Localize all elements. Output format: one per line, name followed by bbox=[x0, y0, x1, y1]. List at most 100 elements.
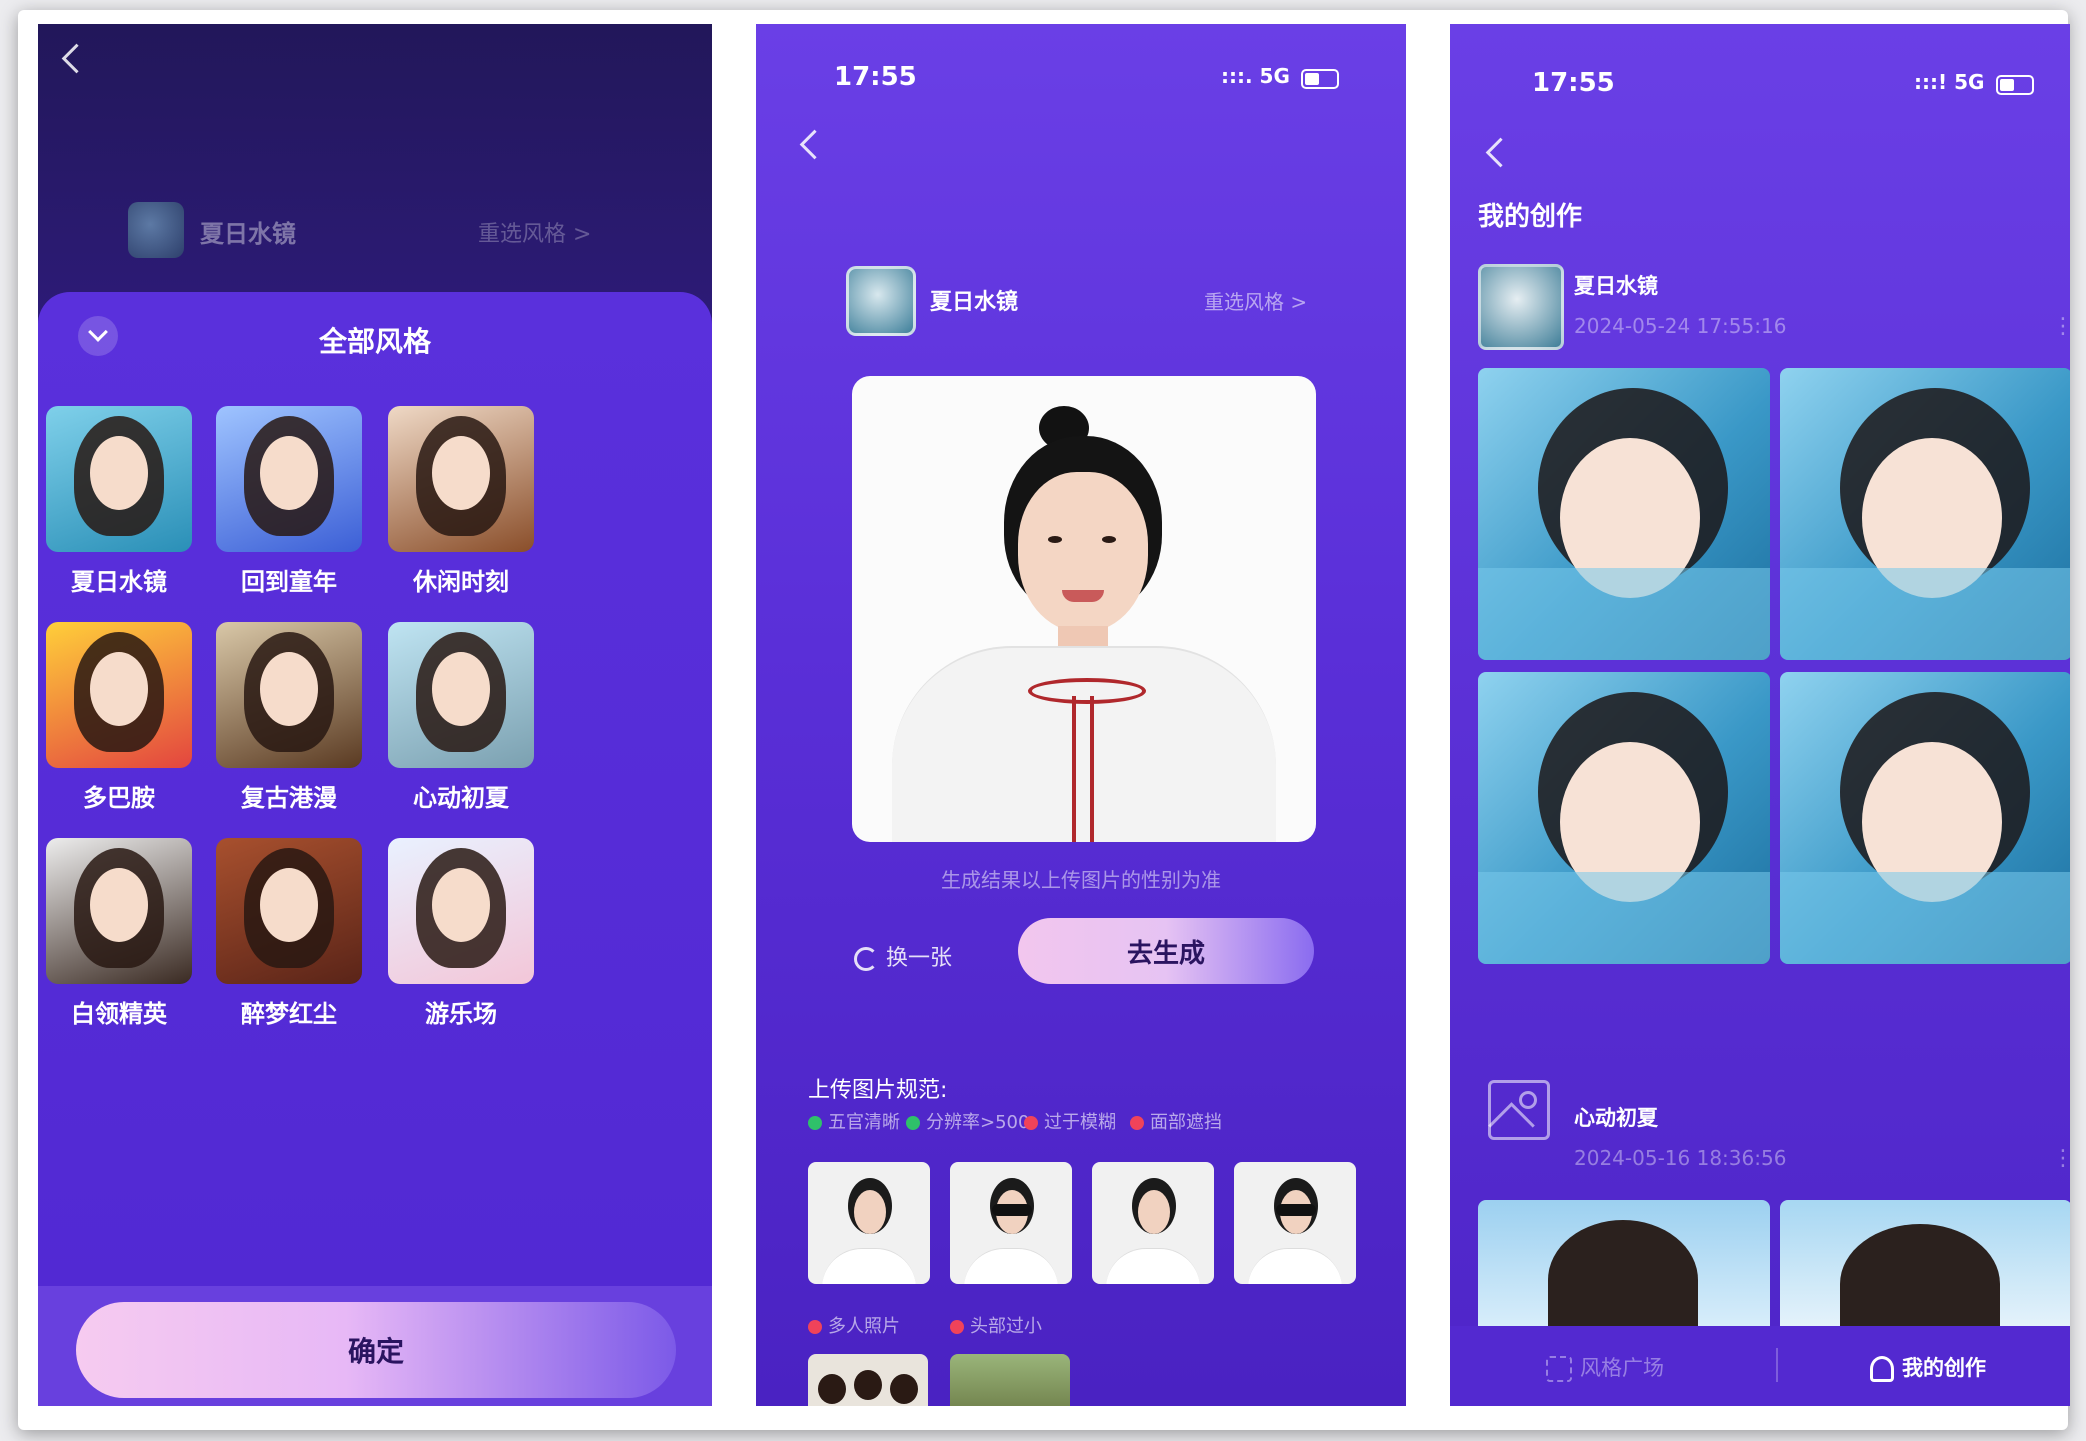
white-shirt bbox=[892, 646, 1276, 842]
smile bbox=[1062, 590, 1104, 602]
shirt bbox=[1106, 1248, 1200, 1284]
style-label: 心动初夏 bbox=[413, 784, 509, 812]
shirt bbox=[964, 1248, 1058, 1284]
face-c bbox=[890, 1374, 918, 1404]
red-bow bbox=[1028, 678, 1146, 704]
water bbox=[1478, 568, 1770, 660]
style-card[interactable] bbox=[46, 838, 192, 984]
style-card[interactable] bbox=[216, 622, 362, 768]
face bbox=[90, 868, 148, 942]
uploaded-photo[interactable] bbox=[852, 376, 1316, 842]
battery-icon bbox=[1300, 68, 1339, 89]
back-icon[interactable] bbox=[61, 43, 92, 74]
multi-person-example bbox=[808, 1354, 928, 1406]
style-card[interactable] bbox=[216, 406, 362, 552]
face bbox=[90, 652, 148, 726]
nav-style-plaza[interactable]: 风格广场 bbox=[1546, 1352, 1664, 1382]
spec-item: 头部过小 bbox=[950, 1312, 1042, 1338]
sunglasses-icon bbox=[992, 1204, 1032, 1216]
status-dot-icon bbox=[1130, 1116, 1144, 1130]
style-picker-screen: 夏日水镜 重选风格 > 全部风格 夏日水镜 回到童年 休闲时刻 多巴胺 复古港漫 心动初夏… bbox=[38, 24, 712, 1406]
face bbox=[90, 436, 148, 510]
status-indicators: :::. 5G bbox=[1221, 64, 1339, 89]
face bbox=[260, 868, 318, 942]
example-thumbnail bbox=[950, 1162, 1072, 1284]
result-image[interactable] bbox=[1780, 368, 2070, 660]
result-image[interactable] bbox=[1478, 672, 1770, 964]
nav-divider bbox=[1776, 1348, 1778, 1382]
status-time: 17:55 bbox=[1532, 68, 1615, 98]
style-label: 醉梦红尘 bbox=[241, 1000, 337, 1028]
nav-label: 风格广场 bbox=[1580, 1356, 1664, 1380]
face bbox=[854, 1190, 886, 1234]
spec-item: 五官清晰 bbox=[808, 1108, 900, 1134]
eye-right bbox=[1102, 536, 1116, 543]
battery-icon bbox=[1995, 74, 2034, 95]
spec-label: 面部遮挡 bbox=[1150, 1112, 1222, 1133]
style-label: 复古港漫 bbox=[241, 784, 337, 812]
item-name: 夏日水镜 bbox=[1574, 274, 1658, 298]
back-icon[interactable] bbox=[1485, 137, 1516, 168]
style-card[interactable] bbox=[388, 406, 534, 552]
status-dot-icon bbox=[808, 1116, 822, 1130]
face bbox=[1018, 472, 1148, 632]
status-dot-icon bbox=[950, 1320, 964, 1334]
style-label: 回到童年 bbox=[241, 568, 337, 596]
style-sheet: 全部风格 夏日水镜 回到童年 休闲时刻 多巴胺 复古港漫 心动初夏 白领精英 醉梦红尘 游乐场 … bbox=[38, 292, 712, 1406]
signal-label: :::. 5G bbox=[1221, 64, 1290, 88]
more-icon[interactable]: ⋮ bbox=[2052, 314, 2070, 339]
hair bbox=[1548, 1220, 1698, 1340]
style-card[interactable] bbox=[46, 622, 192, 768]
spec-title: 上传图片规范: bbox=[808, 1078, 948, 1103]
status-dot-icon bbox=[1024, 1116, 1038, 1130]
swap-photo-button[interactable]: 换一张 bbox=[854, 940, 952, 972]
generate-button[interactable]: 去生成 bbox=[1018, 918, 1314, 984]
nav-label: 我的创作 bbox=[1902, 1356, 1986, 1380]
reselect-style-link[interactable]: 重选风格 > bbox=[1204, 286, 1307, 315]
spec-item: 过于模糊 bbox=[1024, 1108, 1116, 1134]
result-image[interactable] bbox=[1478, 368, 1770, 660]
current-style-thumbnail bbox=[846, 266, 916, 336]
current-style-thumbnail bbox=[128, 202, 184, 258]
style-card[interactable] bbox=[216, 838, 362, 984]
face bbox=[432, 652, 490, 726]
result-image[interactable] bbox=[1780, 1200, 2070, 1344]
style-card[interactable] bbox=[46, 406, 192, 552]
item-date: 2024-05-24 17:55:16 bbox=[1574, 314, 1787, 338]
refresh-icon bbox=[854, 947, 878, 971]
user-icon bbox=[1870, 1356, 1894, 1382]
eye-left bbox=[1048, 536, 1062, 543]
style-card[interactable] bbox=[388, 622, 534, 768]
status-dot-icon bbox=[906, 1116, 920, 1130]
shirt bbox=[822, 1248, 916, 1284]
spec-item: 分辨率>500 bbox=[906, 1108, 1029, 1134]
signal-label: :::! 5G bbox=[1914, 70, 1985, 94]
style-label: 白领精英 bbox=[71, 1000, 167, 1028]
more-icon[interactable]: ⋮ bbox=[2052, 1146, 2070, 1171]
spec-label: 过于模糊 bbox=[1044, 1112, 1116, 1133]
upload-screen: 17:55 :::. 5G 夏日水镜 重选风格 > 生成结果以上传图片的性别为准… bbox=[756, 24, 1406, 1406]
example-thumbnail bbox=[808, 1162, 930, 1284]
sheet-title: 全部风格 bbox=[318, 325, 431, 358]
generate-label: 去生成 bbox=[1126, 938, 1205, 969]
style-card[interactable] bbox=[388, 838, 534, 984]
example-thumbnail bbox=[1092, 1162, 1214, 1284]
confirm-button[interactable]: 确定 bbox=[76, 1302, 676, 1398]
item-date: 2024-05-16 18:36:56 bbox=[1574, 1146, 1787, 1170]
style-label: 夏日水镜 bbox=[71, 568, 167, 596]
face bbox=[1138, 1190, 1170, 1234]
reselect-style-link[interactable]: 重选风格 > bbox=[478, 216, 591, 248]
confirm-label: 确定 bbox=[347, 1335, 404, 1368]
result-image[interactable] bbox=[1780, 672, 2070, 964]
gender-hint: 生成结果以上传图片的性别为准 bbox=[941, 868, 1221, 892]
item-name: 心动初夏 bbox=[1574, 1106, 1658, 1130]
spec-label: 五官清晰 bbox=[828, 1112, 900, 1133]
nav-my-creations[interactable]: 我的创作 bbox=[1870, 1352, 1986, 1382]
back-icon[interactable] bbox=[799, 129, 830, 160]
style-label: 游乐场 bbox=[425, 1000, 497, 1028]
example-thumbnail bbox=[1234, 1162, 1356, 1284]
my-creations-screen: 17:55 :::! 5G 我的创作 夏日水镜 2024-05-24 17:55… bbox=[1450, 24, 2070, 1406]
result-image[interactable] bbox=[1478, 1200, 1770, 1340]
page-title: 我的创作 bbox=[1478, 202, 1583, 232]
ribbon-right bbox=[1090, 696, 1094, 842]
